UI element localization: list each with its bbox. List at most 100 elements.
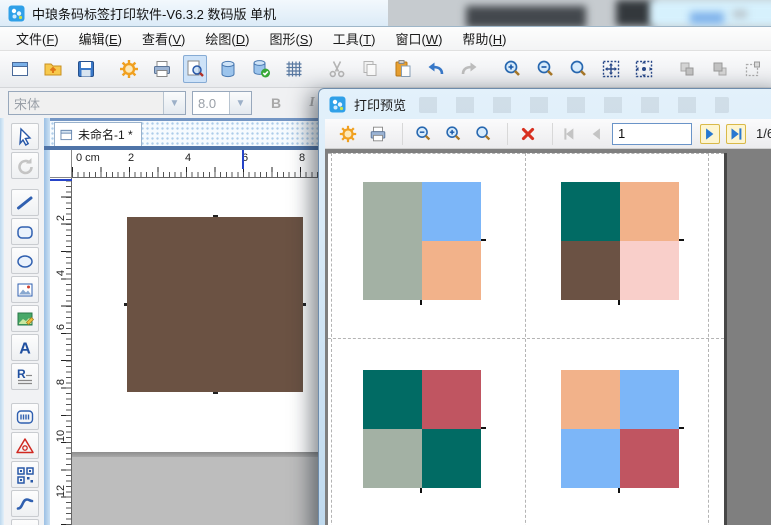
qrcode-icon — [14, 464, 36, 486]
paste-icon — [392, 58, 414, 80]
zoom-out-button[interactable] — [533, 55, 557, 83]
database-button[interactable] — [216, 55, 240, 83]
barcode-icon — [14, 406, 36, 428]
database-connect-button[interactable] — [249, 55, 273, 83]
menu-bar: 文件(F) 编辑(E) 查看(V) 绘图(D) 图形(S) 工具(T) 窗口(W… — [0, 27, 771, 51]
curve-tool-button[interactable] — [11, 490, 39, 517]
print-button[interactable] — [150, 55, 174, 83]
group-icon — [742, 58, 764, 80]
menu-draw[interactable]: 绘图(D) — [195, 26, 259, 51]
new-document-button[interactable] — [8, 55, 32, 83]
preview-title-bar[interactable]: 打印预览 — [319, 89, 771, 119]
picture-edit-tool-button[interactable] — [11, 305, 39, 332]
zoom-reset-button[interactable] — [470, 122, 496, 146]
preview-toolbar: 1/67 — [325, 119, 771, 149]
prev-page-button[interactable] — [586, 124, 606, 144]
selection-handle[interactable] — [213, 392, 218, 394]
selected-rectangle-shape[interactable] — [127, 217, 303, 392]
selection-handle[interactable] — [213, 215, 218, 217]
app-logo-icon — [8, 5, 25, 22]
close-preview-button[interactable] — [515, 122, 541, 146]
send-back-icon — [709, 58, 731, 80]
gear-icon — [118, 58, 140, 80]
color-block — [561, 370, 620, 429]
send-back-button[interactable] — [708, 55, 732, 83]
document-tab-title: 未命名-1 * — [78, 126, 133, 143]
richtext-tool-button[interactable]: R — [11, 363, 39, 390]
fit-width-button[interactable] — [632, 55, 656, 83]
bold-button[interactable]: B — [264, 91, 288, 115]
bring-front-icon — [676, 58, 698, 80]
page-number-input[interactable] — [612, 123, 692, 145]
document-tab[interactable]: 未命名-1 * — [54, 122, 142, 146]
label-preview-cell — [363, 182, 481, 300]
ellipse-tool-button[interactable] — [11, 247, 39, 274]
menu-file[interactable]: 文件(F) — [6, 26, 69, 51]
first-page-icon — [561, 125, 579, 143]
redo-button[interactable] — [457, 55, 481, 83]
label-preview-cell — [363, 370, 481, 488]
menu-window[interactable]: 窗口(W) — [385, 26, 452, 51]
print-button[interactable] — [365, 122, 391, 146]
line-tool-button[interactable] — [11, 189, 39, 216]
selection-handle[interactable] — [303, 303, 306, 306]
font-family-select[interactable]: 宋体 ▼ — [8, 91, 186, 115]
fit-page-button[interactable] — [599, 55, 623, 83]
font-size-select[interactable]: 8.0 ▼ — [192, 91, 252, 115]
color-block — [620, 370, 679, 429]
select-tool-button[interactable] — [11, 123, 39, 150]
menu-help[interactable]: 帮助(H) — [452, 26, 516, 51]
chevron-down-icon[interactable]: ▼ — [229, 92, 251, 114]
vertical-ruler[interactable]: 2 4 6 8 10 12 — [50, 178, 72, 525]
next-page-button[interactable] — [700, 124, 720, 144]
zoom-in-icon — [501, 58, 523, 80]
fit-page-icon — [600, 58, 622, 80]
chevron-down-icon[interactable]: ▼ — [163, 92, 185, 114]
menu-graphics[interactable]: 图形(S) — [259, 26, 322, 51]
text-tool-button[interactable]: A — [11, 334, 39, 361]
group-button[interactable] — [741, 55, 765, 83]
zoom-in-button[interactable] — [500, 55, 524, 83]
cut-button[interactable] — [325, 55, 349, 83]
extra-tool-button[interactable] — [11, 519, 39, 525]
open-button[interactable] — [41, 55, 65, 83]
save-button[interactable] — [74, 55, 98, 83]
print-preview-button[interactable] — [183, 55, 207, 83]
grid-icon — [283, 58, 305, 80]
menu-tools[interactable]: 工具(T) — [323, 26, 386, 51]
preview-page — [328, 153, 724, 525]
redo-arrow-icon — [458, 58, 480, 80]
main-toolbar — [0, 51, 771, 88]
menu-edit[interactable]: 编辑(E) — [69, 26, 132, 51]
zoom-in-button[interactable] — [440, 122, 466, 146]
qrcode-tool-button[interactable] — [11, 461, 39, 488]
bring-front-button[interactable] — [675, 55, 699, 83]
zoom-icon — [473, 124, 493, 144]
text-icon: A — [14, 337, 36, 359]
last-page-button[interactable] — [726, 124, 746, 144]
paste-button[interactable] — [391, 55, 415, 83]
copy-button[interactable] — [358, 55, 382, 83]
settings-button[interactable] — [117, 55, 141, 83]
zoom-button[interactable] — [566, 55, 590, 83]
color-block — [363, 429, 422, 488]
image-tool-button[interactable] — [11, 276, 39, 303]
color-block — [620, 182, 679, 241]
first-page-button[interactable] — [560, 124, 580, 144]
menu-view[interactable]: 查看(V) — [132, 26, 195, 51]
undo-button[interactable] — [424, 55, 448, 83]
document-icon — [60, 129, 73, 141]
print-setup-button[interactable] — [335, 122, 361, 146]
triangle-shape-icon — [14, 435, 36, 457]
rounded-rect-tool-button[interactable] — [11, 218, 39, 245]
barcode-tool-button[interactable] — [11, 403, 39, 430]
zoom-out-button[interactable] — [410, 122, 436, 146]
fit-width-icon — [633, 58, 655, 80]
preview-content-area[interactable] — [325, 149, 771, 525]
selection-handle[interactable] — [124, 303, 127, 306]
ruler-corner — [50, 150, 72, 178]
shape-tool-button[interactable] — [11, 432, 39, 459]
grid-button[interactable] — [282, 55, 306, 83]
rotate-tool-button[interactable] — [11, 152, 39, 179]
app-logo-icon — [329, 96, 346, 113]
